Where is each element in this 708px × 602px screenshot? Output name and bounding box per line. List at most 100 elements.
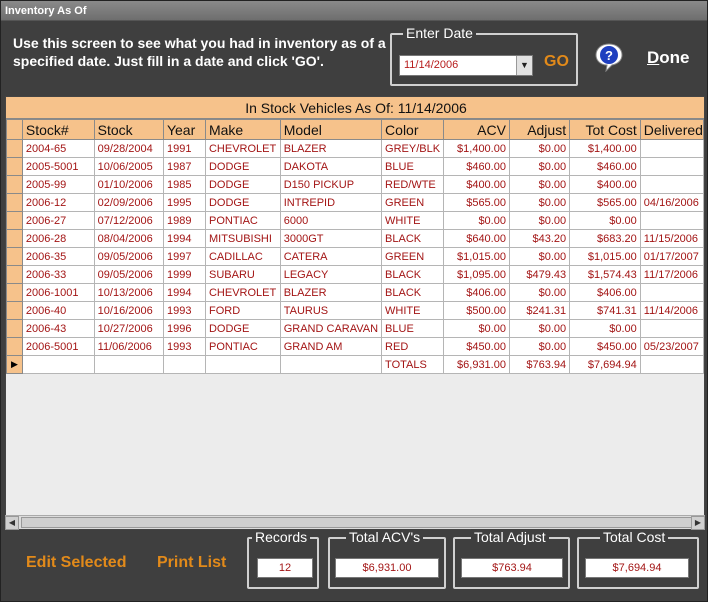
row-selector[interactable] — [6, 337, 23, 356]
cell-tot-cost[interactable]: $683.20 — [569, 229, 641, 248]
cell-make[interactable]: DODGE — [204, 157, 281, 176]
cell-acv[interactable]: $450.00 — [443, 337, 510, 356]
chevron-down-icon[interactable]: ▼ — [516, 56, 532, 75]
table-row[interactable]: 2006-40 10/16/2006 1993 FORD TAURUS WHITE $500… — [6, 301, 704, 320]
cell-model[interactable]: TAURUS — [279, 301, 383, 320]
cell-make[interactable]: DODGE — [204, 175, 281, 194]
cell-make[interactable]: SUBARU — [204, 265, 281, 284]
cell-tot-cost[interactable]: $450.00 — [569, 337, 641, 356]
cell-stock-num[interactable]: 2006-27 — [21, 211, 95, 230]
cell-delivered[interactable]: 11/17/2006 — [639, 265, 704, 284]
row-selector-header[interactable] — [6, 119, 23, 140]
col-acv[interactable]: ACV — [443, 119, 510, 140]
cell-adjust[interactable]: $0.00 — [508, 175, 571, 194]
table-row[interactable]: 2006-33 09/05/2006 1999 SUBARU LEGACY BLACK $1… — [6, 265, 704, 284]
cell-model[interactable]: CATERA — [279, 247, 383, 266]
cell-model[interactable]: INTREPID — [279, 193, 383, 212]
cell-tot-cost[interactable]: $0.00 — [569, 319, 641, 338]
cell-tot-cost[interactable]: $0.00 — [569, 211, 641, 230]
scroll-thumb[interactable] — [21, 517, 693, 528]
row-selector[interactable] — [6, 139, 23, 158]
cell-acv[interactable]: $460.00 — [443, 157, 510, 176]
col-adjust[interactable]: Adjust — [508, 119, 571, 140]
col-stock-num[interactable]: Stock# — [21, 119, 95, 140]
cell-color[interactable]: GREY/BLK — [381, 139, 445, 158]
cell-stock-date[interactable]: 10/13/2006 — [93, 283, 164, 302]
cell-acv[interactable]: $400.00 — [443, 175, 510, 194]
cell-year[interactable]: 1996 — [162, 319, 206, 338]
cell-delivered[interactable] — [639, 283, 704, 302]
cell-year[interactable]: 1985 — [162, 175, 206, 194]
scroll-left-icon[interactable]: ◀ — [5, 516, 19, 530]
date-combobox[interactable]: 11/14/2006 ▼ — [399, 55, 533, 76]
cell-adjust[interactable]: $479.43 — [508, 265, 571, 284]
cell-delivered[interactable]: 05/23/2007 — [639, 337, 704, 356]
cell-model[interactable]: BLAZER — [279, 139, 383, 158]
cell-model[interactable]: GRAND AM — [279, 337, 383, 356]
cell-adjust[interactable]: $0.00 — [508, 193, 571, 212]
cell-tot-cost[interactable]: $1,015.00 — [569, 247, 641, 266]
cell-acv[interactable]: $500.00 — [443, 301, 510, 320]
cell-make[interactable]: CHEVROLET — [204, 139, 281, 158]
cell-year[interactable]: 1993 — [162, 337, 206, 356]
cell-acv[interactable]: $1,400.00 — [443, 139, 510, 158]
done-button[interactable]: Done — [647, 48, 690, 68]
cell-stock-date[interactable]: 09/05/2006 — [93, 247, 164, 266]
cell-year[interactable]: 1994 — [162, 283, 206, 302]
cell-adjust[interactable]: $0.00 — [508, 211, 571, 230]
cell-color[interactable]: BLACK — [381, 265, 445, 284]
table-row[interactable]: 2006-1001 10/13/2006 1994 CHEVROLET BLAZER BL… — [6, 283, 704, 302]
row-selector[interactable] — [6, 229, 23, 248]
cell-year[interactable]: 1997 — [162, 247, 206, 266]
table-row[interactable]: 2004-65 09/28/2004 1991 CHEVROLET BLAZER GREY… — [6, 139, 704, 158]
cell-color[interactable]: RED/WTE — [381, 175, 445, 194]
cell-stock-date[interactable]: 11/06/2006 — [93, 337, 164, 356]
cell-acv[interactable]: $406.00 — [443, 283, 510, 302]
cell-color[interactable]: BLACK — [381, 283, 445, 302]
col-make[interactable]: Make — [204, 119, 281, 140]
cell-tot-cost[interactable]: $565.00 — [569, 193, 641, 212]
cell-adjust[interactable]: $43.20 — [508, 229, 571, 248]
cell-color[interactable]: BLUE — [381, 157, 445, 176]
cell-stock-num[interactable]: 2006-28 — [21, 229, 95, 248]
cell-make[interactable]: DODGE — [204, 193, 281, 212]
cell-stock-date[interactable]: 09/05/2006 — [93, 265, 164, 284]
edit-selected-button[interactable]: Edit Selected — [26, 554, 126, 572]
cell-delivered[interactable] — [639, 175, 704, 194]
table-row[interactable]: 2006-35 09/05/2006 1997 CADILLAC CATERA GREEN… — [6, 247, 704, 266]
cell-model[interactable]: 6000 — [279, 211, 383, 230]
table-row[interactable]: 2006-43 10/27/2006 1996 DODGE GRAND CARAVAN B… — [6, 319, 704, 338]
row-selector[interactable] — [6, 175, 23, 194]
cell-color[interactable]: WHITE — [381, 211, 445, 230]
cell-stock-date[interactable]: 01/10/2006 — [93, 175, 164, 194]
table-row[interactable]: 2006-28 08/04/2006 1994 MITSUBISHI 3000GT BLA… — [6, 229, 704, 248]
cell-delivered[interactable] — [639, 139, 704, 158]
cell-tot-cost[interactable]: $741.31 — [569, 301, 641, 320]
cell-model[interactable]: BLAZER — [279, 283, 383, 302]
cell-tot-cost[interactable]: $1,400.00 — [569, 139, 641, 158]
col-stock-date[interactable]: Stock — [93, 119, 164, 140]
row-selector[interactable] — [6, 319, 23, 338]
cell-adjust[interactable]: $0.00 — [508, 247, 571, 266]
cell-stock-num[interactable]: 2006-43 — [21, 319, 95, 338]
scroll-right-icon[interactable]: ▶ — [691, 516, 705, 530]
cell-year[interactable]: 1994 — [162, 229, 206, 248]
cell-color[interactable]: GREEN — [381, 247, 445, 266]
cell-stock-num[interactable]: 2006-35 — [21, 247, 95, 266]
cell-acv[interactable]: $565.00 — [443, 193, 510, 212]
cell-tot-cost[interactable]: $460.00 — [569, 157, 641, 176]
cell-stock-date[interactable]: 10/06/2005 — [93, 157, 164, 176]
cell-make[interactable]: PONTIAC — [204, 337, 281, 356]
cell-color[interactable]: RED — [381, 337, 445, 356]
cell-make[interactable]: CADILLAC — [204, 247, 281, 266]
cell-stock-num[interactable]: 2005-5001 — [21, 157, 95, 176]
cell-model[interactable]: GRAND CARAVAN — [279, 319, 383, 338]
row-selector[interactable] — [6, 265, 23, 284]
cell-color[interactable]: BLACK — [381, 229, 445, 248]
cell-stock-num[interactable]: 2005-99 — [21, 175, 95, 194]
cell-stock-date[interactable]: 10/27/2006 — [93, 319, 164, 338]
cell-year[interactable]: 1987 — [162, 157, 206, 176]
cell-model[interactable]: DAKOTA — [279, 157, 383, 176]
cell-delivered[interactable]: 11/14/2006 — [639, 301, 704, 320]
cell-color[interactable]: WHITE — [381, 301, 445, 320]
